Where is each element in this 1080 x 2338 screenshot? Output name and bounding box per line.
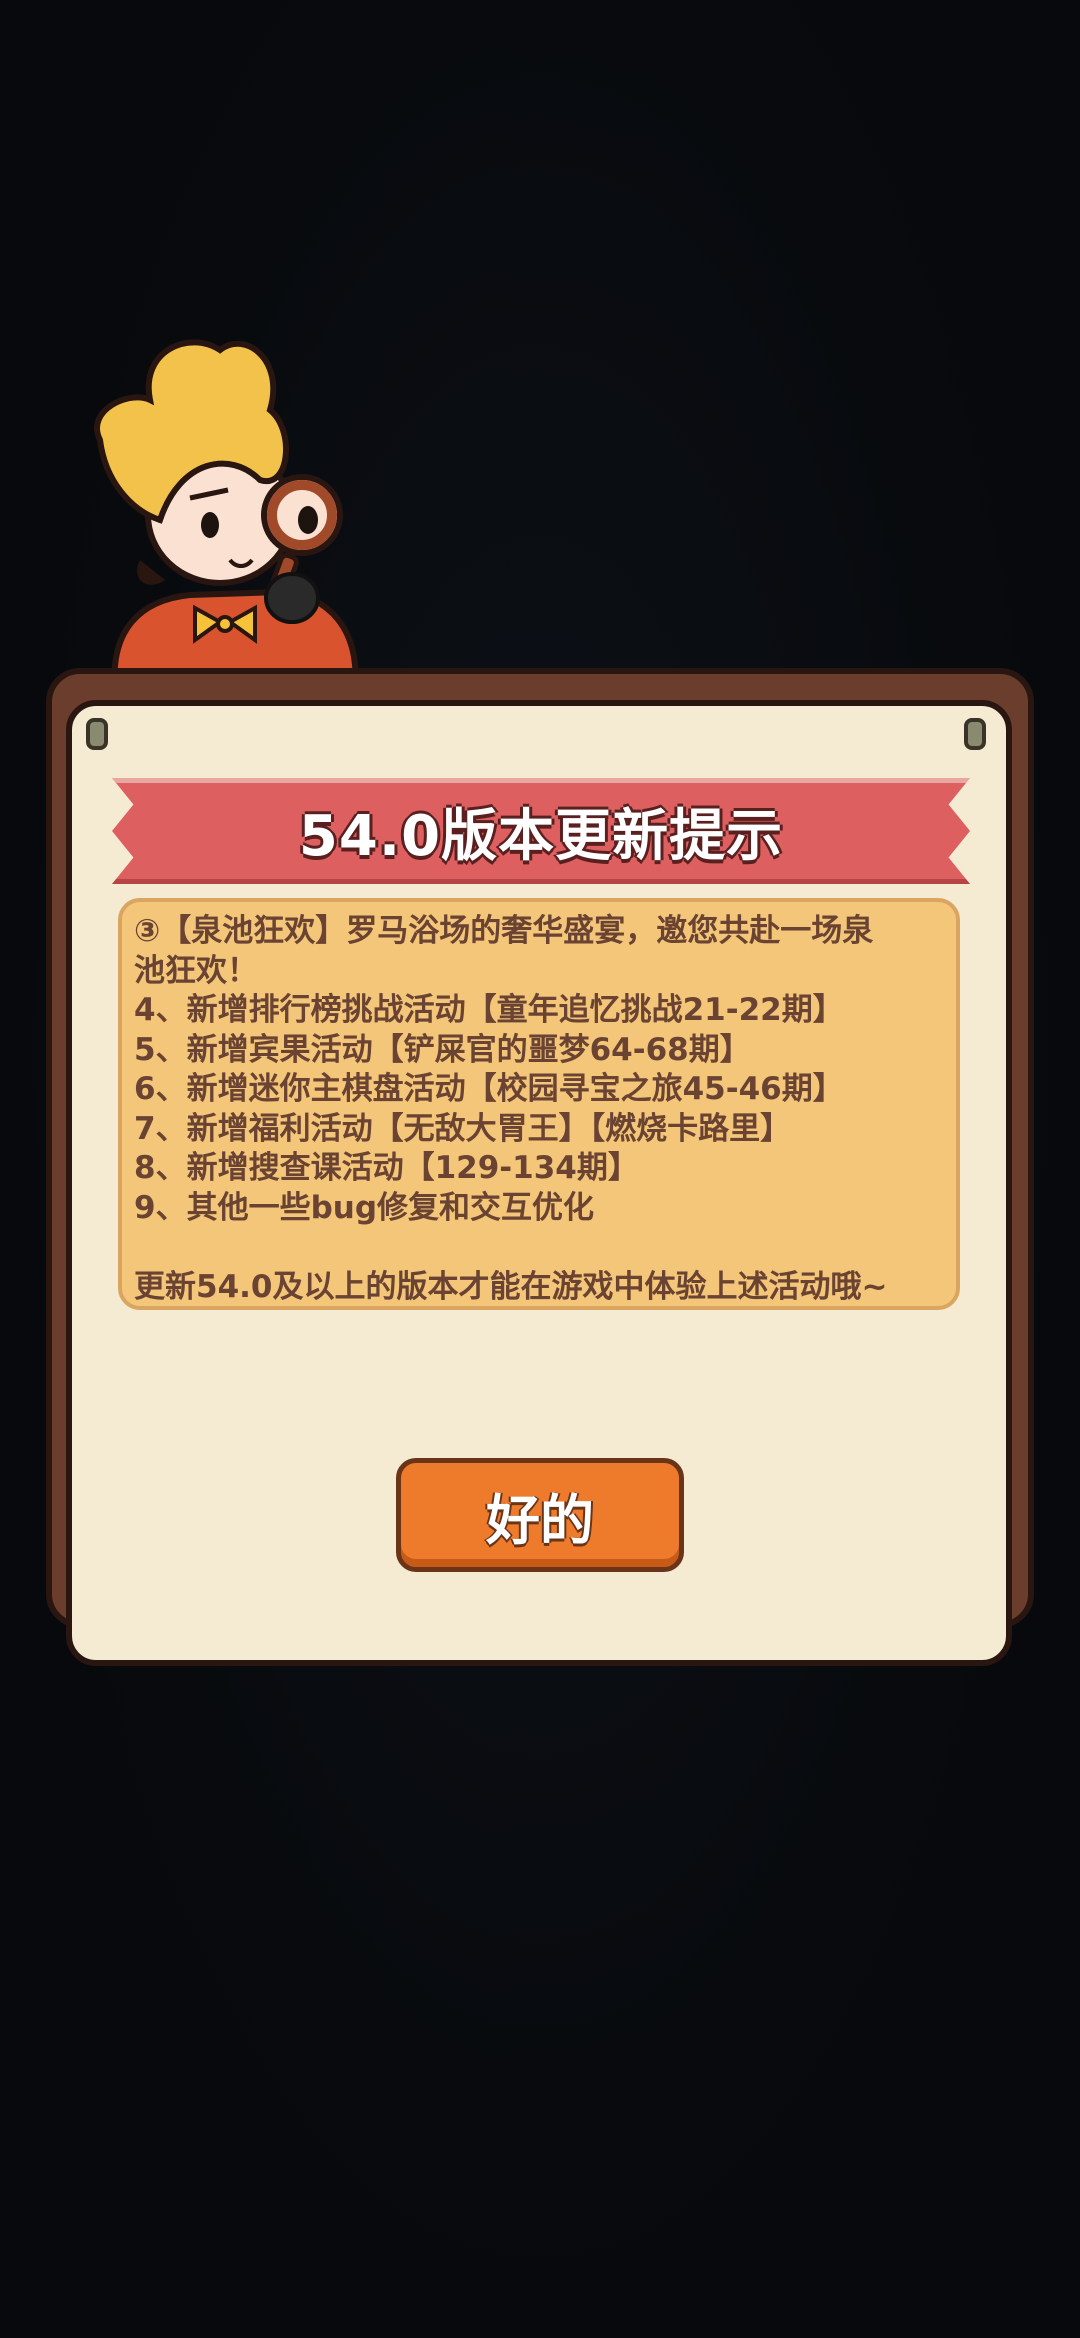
- update-notes-box: ③【泉池狂欢】罗马浴场的奢华盛宴，邀您共赴一场泉 池狂欢！ 4、新增排行榜挑战活…: [118, 898, 960, 1310]
- update-note-line: 8、新增搜查课活动【129-134期】: [134, 1150, 639, 1186]
- screen: 54.0版本更新提示 ③【泉池狂欢】罗马浴场的奢华盛宴，邀您共赴一场泉 池狂欢！…: [0, 0, 1080, 2338]
- pin-icon: [964, 718, 986, 750]
- update-note-footer: 更新54.0及以上的版本才能在游戏中体验上述活动哦~: [134, 1268, 888, 1305]
- update-note-line: 5、新增宾果活动【铲屎官的噩梦64-68期】: [134, 1031, 751, 1068]
- title-ribbon: 54.0版本更新提示: [112, 778, 970, 884]
- dialog-title: 54.0版本更新提示: [298, 803, 784, 869]
- pin-icon: [86, 718, 108, 750]
- ok-button-label: 好的: [486, 1488, 594, 1552]
- update-note-line: [134, 1228, 944, 1268]
- update-note-line: ③【泉池狂欢】罗马浴场的奢华盛宴，邀您共赴一场泉: [134, 913, 874, 949]
- update-note-line: 7、新增福利活动【无敌大胃王】【燃烧卡路里】: [134, 1110, 792, 1147]
- detective-mascot-icon: [94, 339, 359, 690]
- ok-button[interactable]: 好的: [396, 1458, 684, 1572]
- update-note-line: 4、新增排行榜挑战活动【童年追忆挑战21-22期】: [134, 992, 844, 1028]
- update-note-line: 池狂欢！: [134, 952, 258, 989]
- update-note-line: 6、新增迷你主棋盘活动【校园寻宝之旅45-46期】: [134, 1071, 844, 1107]
- update-note-line: 9、其他一些bug修复和交互优化: [134, 1189, 595, 1226]
